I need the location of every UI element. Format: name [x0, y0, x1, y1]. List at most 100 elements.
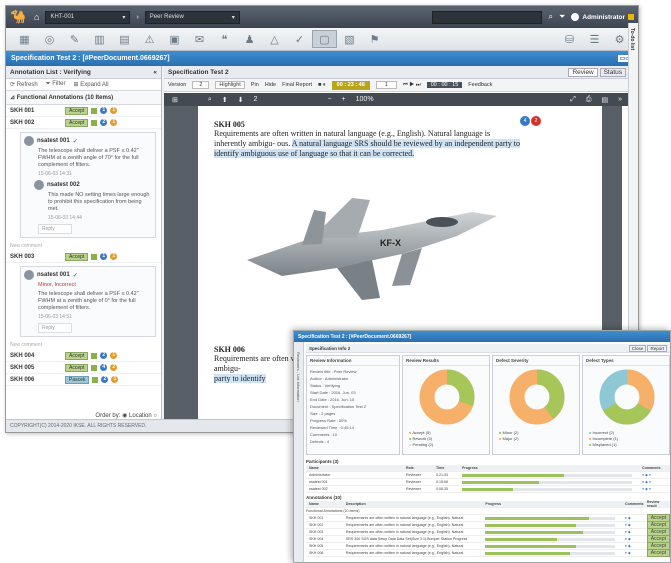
table-icon[interactable]: ▤ — [112, 30, 137, 48]
zoom-level[interactable]: 100% — [356, 96, 374, 103]
page-input[interactable]: 1 — [375, 81, 397, 89]
annotation-row[interactable]: SKH 003 Accept 1 1 — [6, 251, 161, 263]
filter-icon[interactable]: ⏷ — [559, 12, 565, 22]
user-menu[interactable]: Administrator — [571, 13, 634, 21]
table-row[interactable]: nsatest 002 Reviewer 0:08:35 ● ◆ ● — [306, 486, 670, 493]
check-icon[interactable]: ✓ — [287, 30, 312, 48]
save-icon[interactable]: ▤ — [601, 96, 608, 104]
status-badge[interactable]: Accept — [65, 363, 89, 372]
column-header: Role — [406, 466, 414, 470]
grid-icon[interactable]: ▥ — [87, 30, 112, 48]
search-input[interactable] — [432, 10, 543, 24]
zoom-in-icon[interactable]: + — [342, 96, 346, 103]
defect-count-icon[interactable]: 2 — [531, 116, 541, 126]
section-header[interactable]: ⊿ Functional Annotations (10 Items) — [6, 91, 161, 105]
report-header-title: Specification Info 2 — [309, 346, 351, 351]
table-row[interactable]: SKH 004 SRS 300 SGS data Setup Data Data … — [306, 535, 670, 543]
review-tab[interactable]: Review — [568, 68, 598, 77]
search-icon[interactable]: ⌕ — [208, 96, 212, 104]
thumbnail-icon[interactable]: ⊞ — [172, 96, 178, 104]
status-badge[interactable]: Accept — [65, 351, 89, 360]
order-by[interactable]: Order by: ◉ Location ○ — [95, 412, 157, 419]
table-row[interactable]: SKH 006 Requirements are often written in… — [306, 549, 670, 557]
annotation-row[interactable]: SKH 006 Pascek 2 1 — [6, 374, 161, 386]
annotation-row[interactable]: SKH 001 Accept 1 1 — [6, 105, 161, 117]
table-row[interactable]: SKH 002 Requirements are often written in… — [306, 521, 670, 529]
playback-controls[interactable]: ⏮ ▶ ⏭ — [403, 82, 421, 89]
document-icon[interactable]: ▧ — [337, 30, 362, 48]
zoom-out-icon[interactable]: − — [327, 96, 331, 103]
chart-legend: ■ Incorrect (2) ■ Incomplete (1) ■ Misplac… — [583, 430, 669, 448]
close-button[interactable]: Close — [628, 345, 647, 352]
project-select[interactable]: KHT-001 ▾ — [45, 10, 131, 24]
final-report-button[interactable]: Final Report — [282, 82, 312, 88]
chat-icon[interactable]: ✉ — [187, 30, 212, 48]
edit-icon[interactable]: ✎ — [62, 30, 87, 48]
status-badge[interactable]: Pascek — [65, 375, 90, 384]
home-icon[interactable]: ⌂ — [34, 12, 39, 22]
feedback-toggle[interactable]: Feedback — [468, 82, 492, 88]
user-icon[interactable]: ♟ — [237, 30, 262, 48]
collapse-icon[interactable]: « — [153, 69, 157, 76]
annotation-row[interactable]: SKH 004 Accept 2 1 — [6, 350, 161, 362]
dashboard-icon[interactable]: ▦ — [12, 30, 37, 48]
review-icon[interactable]: ▢ — [312, 30, 337, 48]
new-comment-link[interactable]: New comment — [6, 340, 161, 350]
req-block-1[interactable]: SKH 005 Requirements are often written i… — [214, 120, 524, 159]
warning-icon[interactable]: ⚠ — [137, 30, 162, 48]
fullscreen-icon[interactable]: ⤢ — [570, 96, 576, 104]
page-number[interactable]: 2 — [254, 96, 258, 103]
refresh-button[interactable]: ⟳ Refresh — [10, 81, 38, 88]
down-icon[interactable]: ⬇ — [238, 96, 244, 104]
report-sidebar[interactable]: Reviewers - List Information — [294, 342, 304, 562]
status-badge[interactable]: Accept — [65, 118, 89, 127]
comment-count-icon: 1 — [100, 253, 108, 260]
new-comment-link[interactable]: New comment — [6, 241, 161, 251]
comment-count-icon: 2 — [101, 376, 109, 383]
expand-all-button[interactable]: ⊞ Expand All — [74, 81, 109, 88]
status-tab[interactable]: Status — [599, 68, 626, 77]
annotation-name: SKH 001 — [309, 516, 324, 520]
defect-count-icon: 2 — [110, 364, 118, 371]
reply-input[interactable]: Reply — [38, 323, 72, 333]
highlight-button[interactable]: Highlight — [215, 81, 245, 89]
comment-icon[interactable]: ❝ — [212, 30, 237, 48]
annotation-id: SKH 002 — [10, 119, 35, 126]
column-header: Comments — [642, 466, 661, 470]
participants-rows: Administrator Reviewer 0:21:33 ● ◆ ● nsatest… — [306, 472, 670, 493]
list-icon[interactable]: ☰ — [582, 30, 607, 48]
progress-bar — [485, 516, 616, 520]
db-icon[interactable]: ⛁ — [557, 30, 582, 48]
status-badge[interactable]: Accept — [65, 106, 89, 115]
table-row[interactable]: SKH 005 Requirements are often written in… — [306, 542, 670, 550]
hide-button[interactable]: Hide — [265, 82, 276, 88]
info-line: Comments : 10 — [310, 432, 338, 437]
defect-tag: Minor, Incorrect — [38, 282, 76, 288]
highlighted-text[interactable]: party to identify — [214, 374, 266, 383]
calendar-icon[interactable]: ▣ — [162, 30, 187, 48]
status-badge[interactable]: Accept — [65, 252, 89, 261]
table-row[interactable]: SKH 003 Requirements are often written in… — [306, 528, 670, 536]
group-row[interactable]: Functional Annotations (10 Items) — [306, 508, 670, 515]
compass-icon[interactable]: ◎ — [37, 30, 62, 48]
table-row[interactable]: SKH 001 Requirements are often written in… — [306, 514, 670, 522]
filter-button[interactable]: ⏷ Filter — [46, 81, 66, 88]
table-row[interactable]: Administrator Reviewer 0:21:33 ● ◆ ● — [306, 472, 670, 479]
flag-icon[interactable]: ⚑ — [362, 30, 387, 48]
up-icon[interactable]: ⬆ — [222, 96, 228, 104]
annotation-row[interactable]: SKH 005 Accept 4 2 — [6, 362, 161, 374]
reply-input[interactable]: Reply — [38, 224, 72, 234]
comment-count-icon[interactable]: 4 — [520, 116, 530, 126]
more-icon[interactable]: » — [618, 96, 622, 103]
pin-button[interactable]: Pin — [251, 82, 259, 88]
view-select[interactable]: Peer Review ▾ — [144, 10, 240, 24]
search-icon[interactable]: ⌕ — [548, 12, 552, 22]
annotation-row[interactable]: SKH 002 Accept 2 1 — [6, 117, 161, 129]
version-select[interactable]: 2 — [192, 81, 210, 89]
progress-fill — [462, 480, 539, 484]
table-row[interactable]: nsatest 001 Reviewer 0:15:06 ● ◆ ● — [306, 479, 670, 486]
print-icon[interactable]: ⎙ — [586, 96, 592, 104]
triangle-icon[interactable]: △ — [262, 30, 287, 48]
report-button[interactable]: Report — [647, 345, 667, 352]
stop-icon[interactable]: ■ ⏸ — [318, 82, 326, 89]
